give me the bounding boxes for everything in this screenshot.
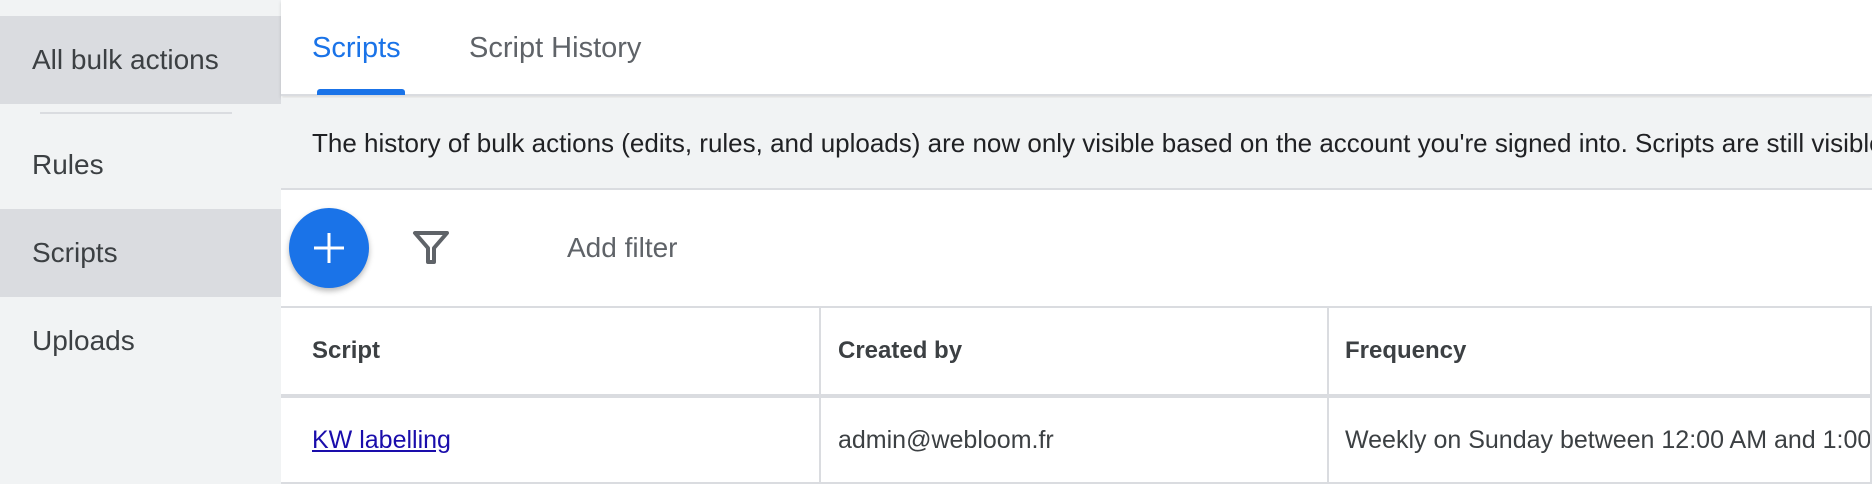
cell-script: KW labelling bbox=[281, 398, 819, 482]
sidebar-item-label: Scripts bbox=[32, 237, 118, 268]
sidebar: All bulk actions Rules Scripts Uploads bbox=[0, 0, 281, 484]
filter-icon[interactable] bbox=[411, 228, 451, 268]
sidebar-item-uploads[interactable]: Uploads bbox=[0, 297, 281, 385]
plus-icon bbox=[314, 233, 344, 263]
tab-label: Script History bbox=[469, 31, 642, 64]
sidebar-item-all-bulk-actions[interactable]: All bulk actions bbox=[0, 16, 281, 104]
notice-banner: The history of bulk actions (edits, rule… bbox=[281, 98, 1872, 190]
cell-created-by: admin@webloom.fr bbox=[819, 398, 1327, 482]
toolbar: Add filter bbox=[281, 192, 1872, 306]
tab-label: Scripts bbox=[312, 31, 401, 64]
column-header-frequency[interactable]: Frequency bbox=[1327, 308, 1872, 394]
column-header-created-by[interactable]: Created by bbox=[819, 308, 1327, 394]
sidebar-item-rules[interactable]: Rules bbox=[0, 121, 281, 209]
tab-script-history[interactable]: Script History bbox=[469, 0, 641, 96]
sidebar-divider bbox=[40, 112, 232, 114]
column-header-label: Frequency bbox=[1345, 337, 1467, 364]
main-content: Scripts Script History The history of bu… bbox=[281, 0, 1872, 484]
column-header-label: Created by bbox=[838, 337, 963, 364]
column-header-label: Script bbox=[312, 337, 381, 364]
notice-text: The history of bulk actions (edits, rule… bbox=[312, 127, 1872, 158]
add-filter-label: Add filter bbox=[567, 232, 678, 263]
add-filter-button[interactable]: Add filter bbox=[567, 228, 678, 268]
tab-scripts[interactable]: Scripts bbox=[312, 0, 401, 96]
add-script-button[interactable] bbox=[289, 208, 369, 288]
sidebar-item-label: Rules bbox=[32, 149, 104, 180]
column-header-script[interactable]: Script bbox=[281, 308, 819, 394]
sidebar-item-label: Uploads bbox=[32, 325, 135, 356]
active-tab-indicator bbox=[317, 89, 405, 95]
script-name-link[interactable]: KW labelling bbox=[312, 426, 451, 455]
tab-bar: Scripts Script History bbox=[281, 0, 1872, 96]
scripts-table: Script Created by Frequency KW labelling… bbox=[281, 306, 1872, 484]
table-row: KW labelling admin@webloom.fr Weekly on … bbox=[281, 398, 1872, 484]
sidebar-item-label: All bulk actions bbox=[32, 44, 219, 75]
sidebar-item-scripts[interactable]: Scripts bbox=[0, 209, 281, 297]
cell-frequency: Weekly on Sunday between 12:00 AM and 1:… bbox=[1327, 398, 1872, 482]
created-by-text: admin@webloom.fr bbox=[838, 425, 1054, 454]
frequency-text: Weekly on Sunday between 12:00 AM and 1:… bbox=[1345, 425, 1872, 454]
table-header: Script Created by Frequency bbox=[281, 308, 1872, 398]
